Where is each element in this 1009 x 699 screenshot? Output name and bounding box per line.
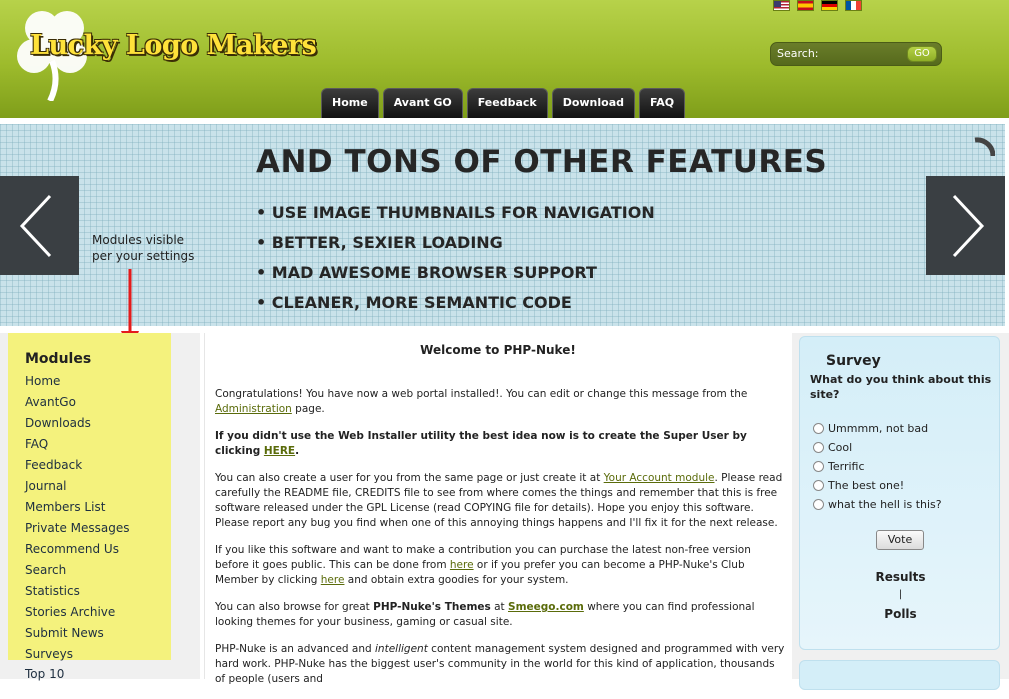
module-link-recommend-us[interactable]: Recommend Us [25,541,130,562]
chevron-right-icon [952,194,985,258]
chevron-left-icon [19,194,52,258]
survey-option[interactable]: what the hell is this? [813,495,942,514]
language-flags [773,0,862,11]
smeego-link[interactable]: Smeego.com [508,601,584,613]
survey-question: What do you think about this site? [810,373,992,401]
paragraph: PHP-Nuke is an advanced and intelligent … [215,642,785,687]
option-label: Ummmm, not bad [828,422,929,435]
survey-option[interactable]: Terrific [813,457,942,476]
search-box: Search: GO [770,42,942,66]
module-link-search[interactable]: Search [25,562,130,583]
text: . [295,445,300,457]
administration-link[interactable]: Administration [215,403,292,415]
de-flag-icon[interactable] [821,0,838,11]
next-right-block [799,660,1000,690]
text: You can also create a user for you from … [215,472,604,484]
nav-tab-faq[interactable]: FAQ [639,88,686,118]
logo-text: Lucky Logo Makers [30,30,317,61]
modules-list: Home AvantGo Downloads FAQ Feedback Jour… [25,373,130,667]
text: PHP-Nuke is an advanced and [215,643,376,655]
us-flag-icon[interactable] [773,0,790,11]
search-input[interactable] [829,46,913,62]
text: and obtain extra goodies for your system… [344,574,569,586]
slider-feature-item: BETTER, SEXIER LOADING [256,232,655,262]
module-link-private-messages[interactable]: Private Messages [25,520,130,541]
purchase-here-link[interactable]: here [450,559,474,571]
slider-feature-item: USE IMAGE THUMBNAILS FOR NAVIGATION [256,202,655,232]
feature-slider: AND TONS OF OTHER FEATURES USE IMAGE THU… [0,124,1005,353]
text: Congratulations! You have now a web port… [215,388,748,400]
survey-block: Survey What do you think about this site… [799,336,1000,650]
survey-options: Ummmm, not bad Cool Terrific The best on… [813,419,942,514]
search-label: Search: [777,47,819,60]
paragraph: If you didn't use the Web Installer util… [215,429,785,459]
slider-feature-list: USE IMAGE THUMBNAILS FOR NAVIGATION BETT… [256,202,655,322]
text: page. [291,403,325,415]
nav-tab-download[interactable]: Download [551,88,636,118]
separator: | [898,589,903,600]
paragraph: You can also create a user for you from … [215,471,785,531]
italic-text: intelligent [375,643,428,655]
option-label: what the hell is this? [828,498,942,511]
module-link-home[interactable]: Home [25,373,130,394]
option-label: Terrific [828,460,865,473]
module-link-statistics[interactable]: Statistics [25,583,130,604]
module-link-surveys[interactable]: Surveys [25,646,130,667]
polls-link[interactable]: Polls [800,607,1001,621]
module-link-downloads[interactable]: Downloads [25,415,130,436]
radio-button[interactable] [813,461,824,472]
nav-tab-home[interactable]: Home [321,88,379,118]
slider-feature-item: MAD AWESOME BROWSER SUPPORT [256,262,655,292]
radio-button[interactable] [813,442,824,453]
paragraph: You can also browse for great PHP-Nuke's… [215,600,785,630]
survey-option[interactable]: Ummmm, not bad [813,419,942,438]
module-link-avantgo[interactable]: AvantGo [25,394,130,415]
annotation-line: per your settings [92,249,195,263]
radio-button[interactable] [813,423,824,434]
annotation-line: Modules visible [92,233,185,247]
here-link[interactable]: HERE [264,445,295,457]
slider-feature-item: CLEANER, MORE SEMANTIC CODE [256,292,655,322]
modules-block: Modules Home AvantGo Downloads FAQ Feedb… [8,333,171,661]
option-label: Cool [828,441,853,454]
module-link-stories-archive[interactable]: Stories Archive [25,604,130,625]
module-link-submit-news[interactable]: Submit News [25,625,130,646]
main-content: Welcome to PHP-Nuke! Congratulations! Yo… [204,333,790,685]
survey-option[interactable]: The best one! [813,476,942,495]
modules-annotation: Modules visible per your settings [92,232,194,264]
paragraph: If you like this software and want to ma… [215,543,785,588]
results-link[interactable]: Results [800,570,1001,584]
radio-button[interactable] [813,480,824,491]
module-link-members-list[interactable]: Members List [25,499,130,520]
paragraph: Congratulations! You have now a web port… [215,387,785,417]
nav-tab-feedback[interactable]: Feedback [466,88,548,118]
welcome-body: Congratulations! You have now a web port… [215,387,785,699]
club-here-link[interactable]: here [321,574,345,586]
option-label: The best one! [828,479,905,492]
your-account-link[interactable]: Your Account module [604,472,715,484]
slider-title: AND TONS OF OTHER FEATURES [256,144,828,180]
module-link-feedback[interactable]: Feedback [25,457,130,478]
module-link-faq[interactable]: FAQ [25,436,130,457]
survey-option[interactable]: Cool [813,438,942,457]
site-header: Lucky Logo Makers Search: GO Home Avant … [0,0,1009,118]
radio-button[interactable] [813,499,824,510]
survey-title: Survey [826,353,881,369]
module-link-journal[interactable]: Journal [25,478,130,499]
text: at [490,601,509,613]
themes-bold-text: PHP-Nuke's Themes [373,601,491,613]
fr-flag-icon[interactable] [845,0,862,11]
slider-next-button[interactable] [926,176,1005,275]
nav-tab-avantgo[interactable]: Avant GO [382,88,463,118]
es-flag-icon[interactable] [797,0,814,11]
go-button[interactable]: GO [907,46,937,62]
main-nav: Home Avant GO Feedback Download FAQ [321,88,686,118]
slider-prev-button[interactable] [0,176,79,275]
vote-button[interactable]: Vote [876,530,924,550]
site-logo[interactable]: Lucky Logo Makers [12,6,317,101]
text: You can also browse for great [215,601,374,613]
modules-title: Modules [25,351,92,367]
welcome-title: Welcome to PHP-Nuke! [420,343,576,357]
loading-spinner-icon [974,137,995,157]
